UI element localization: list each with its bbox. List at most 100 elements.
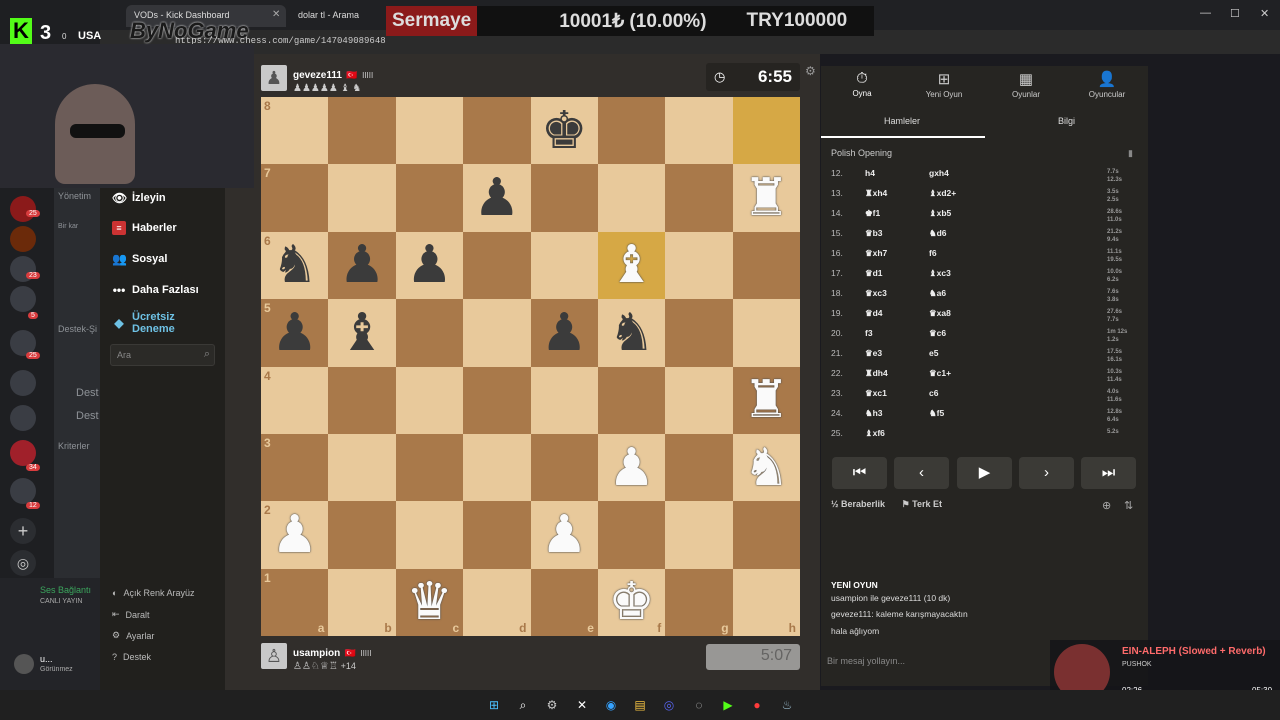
black-move[interactable]: ♞a6 [929, 288, 946, 299]
tab-play[interactable]: ⏱ Oyna [822, 70, 902, 98]
move-row[interactable]: 19. ♛d4 ♛xa8 27.6s 7.7s [821, 308, 1143, 328]
white-knight-icon[interactable]: ♞ [743, 442, 790, 494]
square-h4[interactable]: ♜ [732, 366, 800, 434]
square-g4[interactable] [665, 366, 733, 434]
tab-new-game[interactable]: ⊞ Yeni Oyun [904, 70, 984, 99]
move-row[interactable]: 13. ♜xh4 ♝xd2+ 3.5s 2.5s [821, 188, 1143, 208]
square-a1[interactable]: 1a [261, 568, 329, 636]
analysis-icon[interactable]: ⊕ [1102, 499, 1111, 512]
square-d3[interactable] [463, 433, 531, 502]
square-c6[interactable]: ♟ [395, 231, 464, 300]
kick-icon[interactable]: ▶ [719, 696, 737, 714]
white-move[interactable]: ♛e3 [865, 348, 882, 359]
square-f6[interactable]: ♝ [597, 231, 666, 300]
white-bishop-icon[interactable]: ♝ [608, 239, 655, 291]
black-move[interactable]: ♞d6 [929, 228, 947, 239]
black-pawn-icon[interactable]: ♟ [541, 307, 588, 359]
black-knight-icon[interactable]: ♞ [608, 307, 655, 359]
play-button[interactable]: ▶ [957, 457, 1012, 489]
black-pawn-icon[interactable]: ♟ [474, 172, 521, 224]
black-move[interactable]: ♛c6 [929, 328, 946, 339]
add-server-icon[interactable]: + [10, 518, 36, 544]
square-d8[interactable] [463, 97, 531, 165]
move-row[interactable]: 24. ♞h3 ♞f5 12.8s 6.4s [821, 408, 1143, 428]
nav-light-mode[interactable]: ◐ Açık Renk Arayüz [112, 588, 194, 598]
square-b3[interactable] [328, 433, 396, 502]
square-f8[interactable] [597, 97, 666, 165]
square-g2[interactable] [665, 501, 733, 569]
square-c4[interactable] [395, 366, 464, 434]
server-icon[interactable] [10, 196, 36, 222]
black-knight-icon[interactable]: ♞ [271, 239, 318, 291]
white-rook-icon[interactable]: ♜ [743, 374, 790, 426]
square-b4[interactable] [328, 366, 396, 434]
square-a4[interactable]: 4 [261, 366, 329, 434]
avatar[interactable]: ♙ [261, 643, 287, 669]
white-pawn-icon[interactable]: ♟ [271, 509, 318, 561]
move-row[interactable]: 15. ♛b3 ♞d6 21.2s 9.4s [821, 228, 1143, 248]
white-move[interactable]: f3 [865, 328, 873, 338]
square-d6[interactable] [463, 231, 531, 300]
black-pawn-icon[interactable]: ♟ [406, 239, 453, 291]
black-move[interactable]: ♝xb5 [929, 208, 951, 219]
move-row[interactable]: 23. ♛xc1 c6 4.0s 11.6s [821, 388, 1143, 408]
square-g6[interactable] [665, 231, 733, 300]
black-move[interactable]: c6 [929, 388, 938, 398]
square-b7[interactable] [328, 164, 396, 232]
black-pawn-icon[interactable]: ♟ [271, 307, 318, 359]
white-queen-icon[interactable]: ♛ [406, 576, 453, 628]
black-move[interactable]: ♝xc3 [929, 268, 951, 279]
white-move[interactable]: ♛b3 [865, 228, 883, 239]
square-f5[interactable]: ♞ [597, 299, 666, 367]
tab-games[interactable]: ▦ Oyunlar [986, 70, 1066, 99]
black-move[interactable]: ♛c1+ [929, 368, 951, 379]
white-move[interactable]: ♜dh4 [865, 368, 888, 379]
white-move[interactable]: ♛d1 [865, 268, 883, 279]
square-b5[interactable]: ♝ [328, 299, 396, 367]
black-move[interactable]: ♝xd2+ [929, 188, 956, 199]
server-icon[interactable] [10, 226, 36, 252]
close-icon[interactable]: ✕ [272, 9, 280, 20]
minimize-icon[interactable]: — [1200, 7, 1211, 19]
square-e8[interactable]: ♚ [530, 97, 598, 165]
player-name[interactable]: usampion [293, 648, 340, 659]
square-g7[interactable] [665, 164, 733, 232]
prev-move-button[interactable]: ‹ [894, 457, 949, 489]
square-a2[interactable]: 2 ♟ [261, 501, 329, 569]
move-row[interactable]: 14. ♚f1 ♝xb5 28.6s 11.0s [821, 208, 1143, 228]
white-move[interactable]: ♞h3 [865, 408, 883, 419]
search-icon[interactable]: ⌕ [514, 696, 532, 714]
square-e5[interactable]: ♟ [530, 299, 598, 367]
move-row[interactable]: 21. ♛e3 e5 17.5s 16.1s [821, 348, 1143, 368]
draw-button[interactable]: ½ Beraberlik [831, 499, 885, 509]
black-move[interactable]: ♛xa8 [929, 308, 951, 319]
windows-start-icon[interactable]: ⊞ [485, 696, 503, 714]
square-e7[interactable] [530, 164, 598, 232]
edge-icon[interactable]: ◉ [602, 696, 620, 714]
explorer-icon[interactable]: ▤ [631, 696, 649, 714]
discord-icon[interactable]: ◎ [660, 696, 678, 714]
black-move[interactable]: e5 [929, 348, 938, 358]
avatar[interactable]: ♟ [261, 65, 287, 91]
square-b2[interactable] [328, 501, 396, 569]
white-move[interactable]: ♛xc3 [865, 288, 887, 299]
explore-icon[interactable]: ◎ [10, 550, 36, 576]
channel-label[interactable]: Dest [76, 410, 99, 422]
square-d4[interactable] [463, 366, 531, 434]
square-b1[interactable]: b [328, 568, 396, 636]
tab-moves[interactable]: Hamleler [884, 116, 920, 126]
black-move[interactable]: gxh4 [929, 168, 949, 178]
book-icon[interactable]: ▮ [1128, 148, 1133, 159]
white-move[interactable]: ♚f1 [865, 208, 880, 219]
move-row[interactable]: 22. ♜dh4 ♛c1+ 10.3s 11.4s [821, 368, 1143, 388]
flip-board-icon[interactable]: ⇅ [1124, 499, 1133, 512]
black-pawn-icon[interactable]: ♟ [339, 239, 386, 291]
white-rook-icon[interactable]: ♜ [743, 172, 790, 224]
square-b6[interactable]: ♟ [328, 231, 396, 300]
square-g5[interactable] [665, 299, 733, 367]
nav-watch[interactable]: 👁 İzleyin [112, 191, 166, 205]
square-e4[interactable] [530, 366, 598, 434]
square-c5[interactable] [395, 299, 464, 367]
nav-free-trial[interactable]: ◆ Ücretsiz Deneme [112, 311, 212, 335]
square-g8[interactable] [665, 97, 733, 165]
